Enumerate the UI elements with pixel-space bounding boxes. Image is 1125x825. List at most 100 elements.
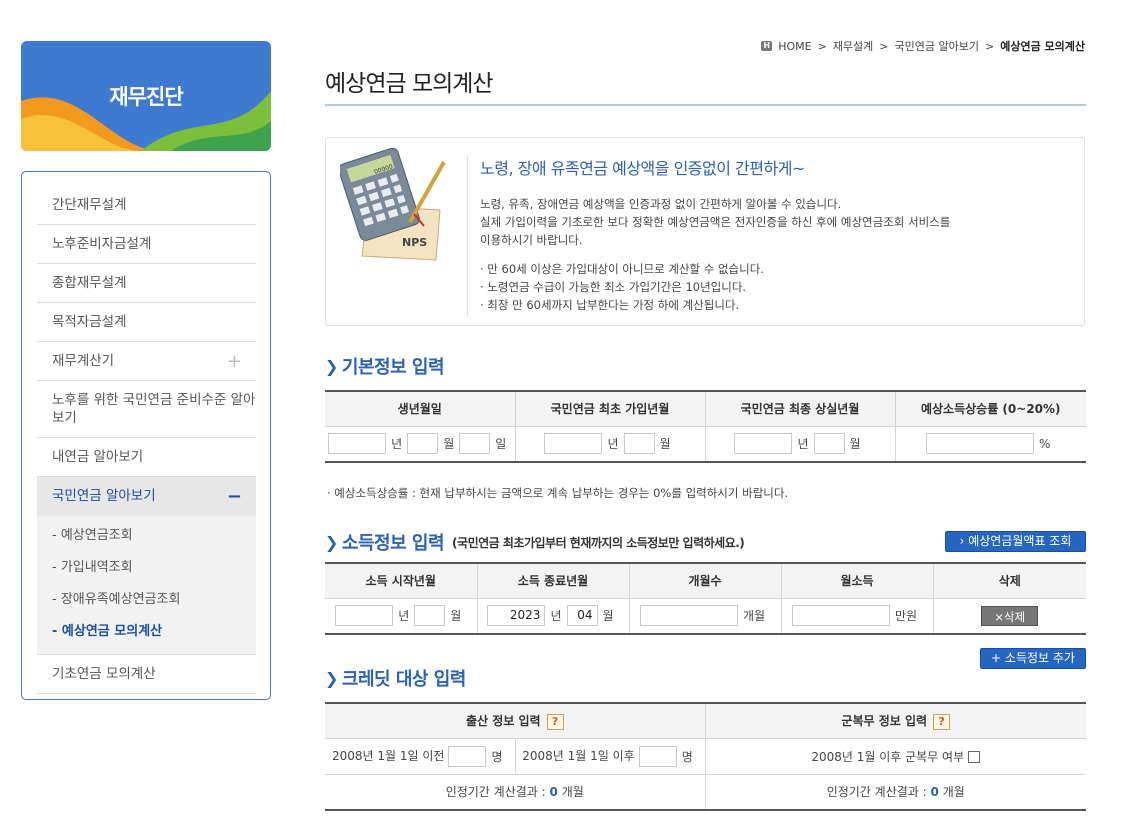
submenu-item-expected-pension[interactable]: - 예상연금조회 (37, 520, 256, 552)
breadcrumb-home[interactable]: HOME (778, 40, 811, 53)
basic-info-heading: ❯ 기본정보 입력 (325, 353, 445, 379)
sidebar-item-label: 노후준비자금설계 (52, 236, 152, 252)
expand-plus-icon[interactable]: + (227, 342, 242, 381)
unit-label: 년 (550, 609, 562, 624)
income-end-month-input[interactable]: 04 (566, 605, 598, 627)
help-icon[interactable]: ? (546, 713, 564, 730)
home-icon[interactable]: H (761, 41, 773, 51)
chevron-right-icon: ❯ (325, 532, 338, 552)
col-header: 소득 시작년월 (325, 563, 478, 599)
unit-label: 년 (391, 437, 403, 452)
sidebar-item-label: 재무계산기 (52, 353, 115, 369)
col-header: 국민연금 최종 상실년월 (704, 391, 896, 427)
first-enroll-year-input[interactable] (544, 433, 603, 455)
add-income-button[interactable]: + 소득정보 추가 (980, 648, 1086, 669)
submenu-item-disability-survivor[interactable]: - 장애유족예상연금조회 (37, 584, 256, 616)
unit-label: 월 (849, 437, 861, 452)
delete-row-button[interactable]: ×삭제 (981, 605, 1039, 626)
sidebar-item-calculator[interactable]: 재무계산기 + (37, 342, 256, 381)
chevron-right-icon: > (879, 39, 889, 53)
chevron-right-icon: > (984, 39, 995, 53)
sidebar-menu-box: 간단재무설계 노후준비자금설계 종합재무설계 목적자금설계 재무계산기 + 노후를… (21, 171, 271, 700)
basic-info-table: 생년월일 국민연금 최초 가입년월 국민연금 최종 상실년월 예상소득상승률 (… (325, 390, 1086, 463)
months-input[interactable] (639, 605, 738, 627)
unit-label: 년 (797, 437, 809, 452)
unit-label: 만원 (894, 609, 918, 624)
calculator-icon (338, 147, 446, 261)
income-info-heading: ❯ 소득정보 입력 (국민연금 최초가입부터 현재까지의 소득정보만 입력하세요.) (325, 529, 745, 555)
unit-label: 명 (491, 749, 503, 764)
pension-table-lookup-button[interactable]: › 예상연금월액표 조회 (945, 531, 1086, 552)
income-growth-input[interactable] (926, 433, 1035, 455)
header-label: 군복무 정보 입력 (841, 714, 928, 728)
sidebar-item-my-pension[interactable]: 내연금 알아보기 (37, 438, 256, 477)
sidebar-item-label: 목적자금설계 (52, 314, 127, 330)
submenu-item-pension-simulation[interactable]: - 예상연금 모의계산 (37, 616, 256, 648)
breadcrumb: H HOME > 재무설계 > 국민연금 알아보기 > 예상연금 모의계산 (761, 38, 1085, 54)
title-divider (325, 104, 1086, 106)
unit-label: 월 (602, 609, 614, 624)
birth-month-input[interactable] (407, 433, 439, 455)
birth-date-cell: 년월일 (325, 425, 516, 463)
breadcrumb-item[interactable]: 재무설계 (833, 38, 873, 54)
col-header: 개월수 (628, 563, 782, 599)
delete-cell: ×삭제 (932, 597, 1086, 635)
unit-label: 년 (398, 609, 410, 624)
birth-after-cell: 2008년 1월 1일 이후 명 (514, 737, 706, 775)
income-end-year-input[interactable]: 2023 (487, 605, 546, 627)
col-header: 삭제 (932, 563, 1086, 599)
sidebar-item-comprehensive-plan[interactable]: 종합재무설계 (37, 264, 256, 303)
sidebar-item-purpose-fund[interactable]: 목적자금설계 (37, 303, 256, 342)
income-start-month-input[interactable] (414, 605, 446, 627)
income-info-table: 소득 시작년월 소득 종료년월 개월수 월소득 삭제 년월 2023 년 04 월 개… (325, 562, 1086, 635)
last-loss-month-input[interactable] (813, 433, 845, 455)
result-label: 인정기간 계산결과 : (445, 785, 546, 800)
unit-label: 개월 (561, 785, 584, 800)
sidebar-item-national-pension[interactable]: 국민연금 알아보기 − (37, 477, 256, 516)
birth-after-input[interactable] (638, 745, 677, 767)
sidebar-item-label: 종합재무설계 (52, 275, 127, 291)
intro-bullet: · 만 60세 이상은 가입대상이 아니므로 계산할 수 없습니다. (480, 262, 764, 276)
sidebar-item-label: 내연금 알아보기 (52, 449, 144, 465)
sidebar-item-basic-pension[interactable]: 기초연금 모의계산 (37, 655, 256, 694)
last-loss-year-input[interactable] (734, 433, 793, 455)
collapse-minus-icon[interactable]: − (227, 477, 242, 516)
help-icon[interactable]: ? (933, 713, 951, 730)
monthly-income-input[interactable] (791, 605, 890, 627)
unit-label: 월 (450, 609, 462, 624)
sidebar-item-retirement-fund[interactable]: 노후준비자금설계 (37, 225, 256, 264)
result-value: 0 (930, 785, 939, 800)
birth-before-input[interactable] (448, 745, 487, 767)
breadcrumb-item[interactable]: 국민연금 알아보기 (895, 38, 979, 54)
submenu-item-enrollment-history[interactable]: - 가입내역조회 (37, 552, 256, 584)
birth-before-cell: 2008년 1월 1일 이전 명 (325, 737, 516, 775)
unit-label: 개월 (942, 785, 965, 800)
sidebar-item-pension-readiness[interactable]: 노후를 위한 국민연금 준비수준 알아보기 (37, 381, 256, 438)
income-start-cell: 년월 (325, 597, 478, 635)
unit-label: 일 (495, 437, 507, 452)
military-result-cell: 인정기간 계산결과 : 0 개월 (704, 773, 1086, 811)
intro-line: 이용하시기 바랍니다. (480, 233, 583, 247)
col-header: 예상소득상승률 (0~20%) (894, 391, 1086, 427)
sidebar-item-simple-plan[interactable]: 간단재무설계 (37, 186, 256, 225)
section-title: 소득정보 입력 (341, 533, 445, 554)
last-loss-cell: 년월 (704, 425, 896, 463)
col-header: 월소득 (780, 563, 934, 599)
intro-divider (467, 156, 468, 316)
col-header: 생년월일 (325, 391, 516, 427)
calculator-illustration: NPS 00000 (338, 147, 452, 263)
sidebar-item-label: 노후를 위한 국민연금 준비수준 알아보기 (52, 392, 256, 426)
income-start-year-input[interactable] (335, 605, 394, 627)
field-label: 2008년 1월 1일 이전 (332, 748, 445, 763)
unit-label: % (1039, 436, 1051, 451)
intro-bullet: · 최장 만 60세까지 납부한다는 가정 하에 계산됩니다. (480, 298, 740, 312)
col-header: 소득 종료년월 (476, 563, 630, 599)
unit-label: 명 (681, 749, 693, 764)
birth-year-input[interactable] (328, 433, 387, 455)
first-enroll-month-input[interactable] (623, 433, 655, 455)
first-enroll-cell: 년월 (514, 425, 706, 463)
birth-day-input[interactable] (459, 433, 491, 455)
intro-line: 실제 가입이력을 기초로한 보다 정확한 예상연금액은 전자인증을 하신 후에 … (480, 215, 951, 229)
nps-badge: NPS (402, 236, 428, 249)
military-checkbox[interactable] (968, 751, 981, 763)
